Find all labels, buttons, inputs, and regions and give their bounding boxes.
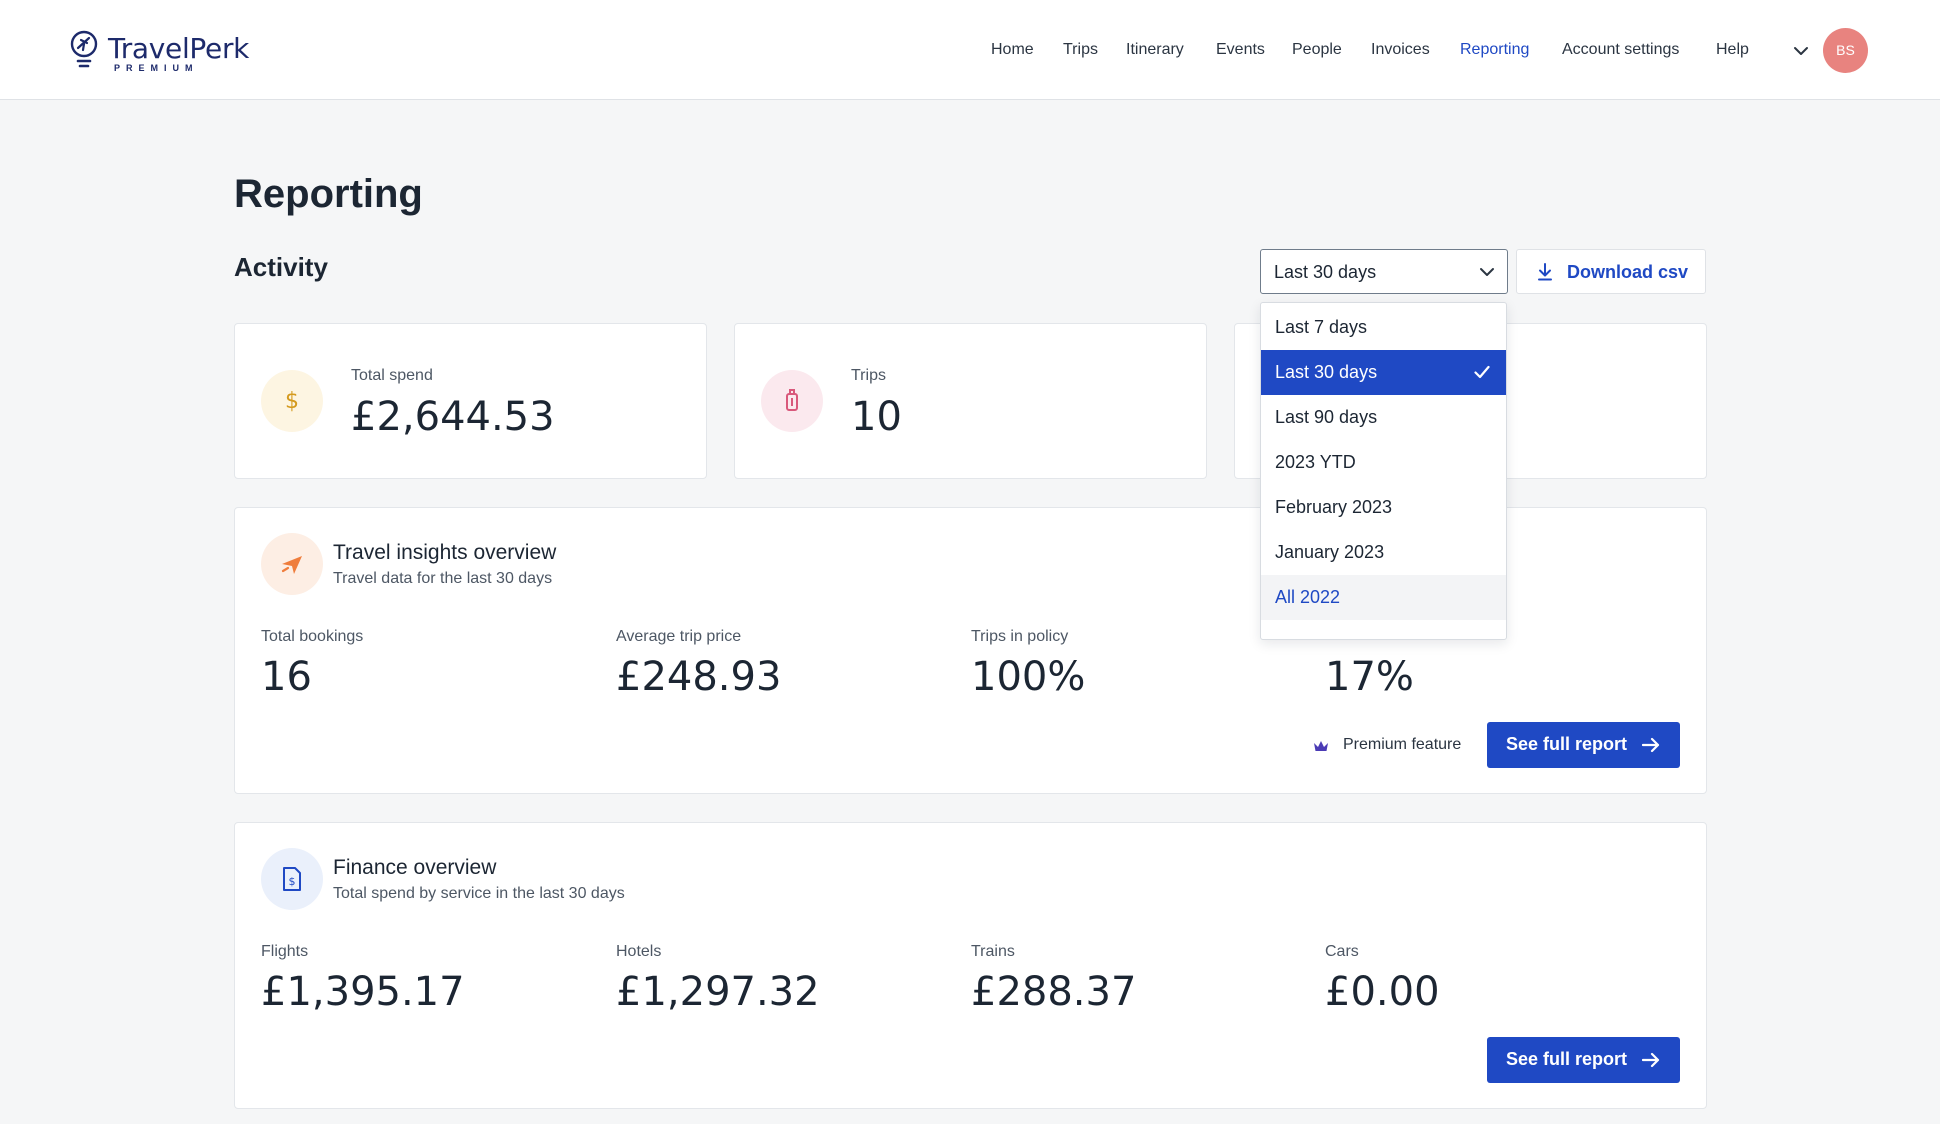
period-option-label: Last 30 days [1275,362,1378,382]
nav-trips[interactable]: Trips [1063,41,1098,59]
dollar-icon: $ [261,370,323,432]
crown-icon [1314,741,1328,751]
download-csv-label: Download csv [1567,262,1689,282]
download-csv-button[interactable]: Download csv [1516,249,1706,294]
total-spend-label: Total spend [351,367,433,384]
period-option-label: All 2022 [1275,587,1341,607]
chevron-down-icon[interactable] [1793,43,1809,59]
nav-itinerary[interactable]: Itinerary [1126,41,1184,59]
period-option-label: February 2023 [1275,497,1393,517]
period-option-label: January 2023 [1275,542,1385,562]
page-title: Reporting [234,172,423,216]
plane-icon [261,533,323,595]
cars-label: Cars [1325,943,1359,960]
total-bookings-label: Total bookings [261,628,364,645]
trains-value: £288.37 [971,969,1137,1015]
flights-label: Flights [261,943,309,960]
logo-wordmark: TravelPerk [108,32,250,65]
trips-in-policy-label: Trips in policy [971,628,1069,645]
nav-help[interactable]: Help [1716,41,1749,59]
logo-tier: PREMIUM [114,63,199,73]
travel-insights-title: Travel insights overview [333,541,557,564]
period-option-january-2023[interactable]: January 2023 [1261,530,1506,575]
period-option-last-30-days[interactable]: Last 30 days [1261,350,1506,395]
svg-text:$: $ [289,875,296,888]
arrow-right-icon [1642,737,1660,753]
period-option-february-2023[interactable]: February 2023 [1261,485,1506,530]
trips-card: Trips 10 [734,323,1207,479]
top-navigation-bar: TravelPerk PREMIUM Home Trips Itinerary … [0,0,1940,100]
hotels-value: £1,297.32 [616,969,820,1015]
checkmark-icon [1474,365,1490,379]
period-select-value: Last 30 days [1274,262,1377,282]
hotels-label: Hotels [616,943,662,960]
finance-full-report-button[interactable]: See full report [1487,1037,1680,1083]
svg-text:$: $ [285,389,299,414]
chevron-down-icon [1480,268,1494,276]
period-option-last-90-days[interactable]: Last 90 days [1261,395,1506,440]
full-report-label: See full report [1506,734,1628,754]
invoice-icon: $ [261,848,323,910]
trips-in-policy-value: 100% [971,654,1086,700]
fourth-insight-value: 17% [1325,654,1414,700]
finance-overview-subtitle: Total spend by service in the last 30 da… [333,885,625,902]
finance-overview-title: Finance overview [333,856,497,879]
full-report-label: See full report [1506,1049,1628,1069]
nav-events[interactable]: Events [1216,41,1265,59]
section-title: Activity [234,252,328,282]
period-dropdown-menu: Last 7 days Last 30 days Last 90 days 20… [1260,302,1507,640]
trains-label: Trains [971,943,1015,960]
nav-home[interactable]: Home [991,41,1034,59]
period-option-2023-ytd[interactable]: 2023 YTD [1261,440,1506,485]
period-option-label: 2023 YTD [1275,452,1356,472]
trips-value: 10 [851,394,902,440]
travel-insights-subtitle: Travel data for the last 30 days [333,570,553,587]
period-option-all-2022[interactable]: All 2022 [1261,575,1506,620]
total-bookings-value: 16 [261,654,312,700]
premium-feature-label: Premium feature [1343,736,1462,753]
user-avatar[interactable]: BS [1823,28,1868,73]
average-trip-price-label: Average trip price [616,628,742,645]
nav-account-settings[interactable]: Account settings [1562,41,1679,59]
travelperk-logo[interactable]: TravelPerk PREMIUM [70,30,270,74]
period-option-last-7-days[interactable]: Last 7 days [1261,305,1506,350]
nav-invoices[interactable]: Invoices [1371,41,1430,59]
arrow-right-icon [1642,1052,1660,1068]
flights-value: £1,395.17 [261,969,465,1015]
cars-value: £0.00 [1325,969,1440,1015]
average-trip-price-value: £248.93 [616,654,782,700]
nav-people[interactable]: People [1292,41,1342,59]
nav-reporting[interactable]: Reporting [1460,41,1529,59]
period-select[interactable]: Last 30 days [1260,249,1508,294]
travel-insights-full-report-button[interactable]: See full report [1487,722,1680,768]
logo-plane-icon [70,30,98,68]
period-option-label: Last 7 days [1275,317,1368,337]
luggage-icon [761,370,823,432]
total-spend-value: £2,644.53 [351,394,555,440]
download-icon [1538,263,1552,281]
period-option-label: Last 90 days [1275,407,1378,427]
total-spend-card: $ Total spend £2,644.53 [234,323,707,479]
trips-label: Trips [851,367,886,384]
